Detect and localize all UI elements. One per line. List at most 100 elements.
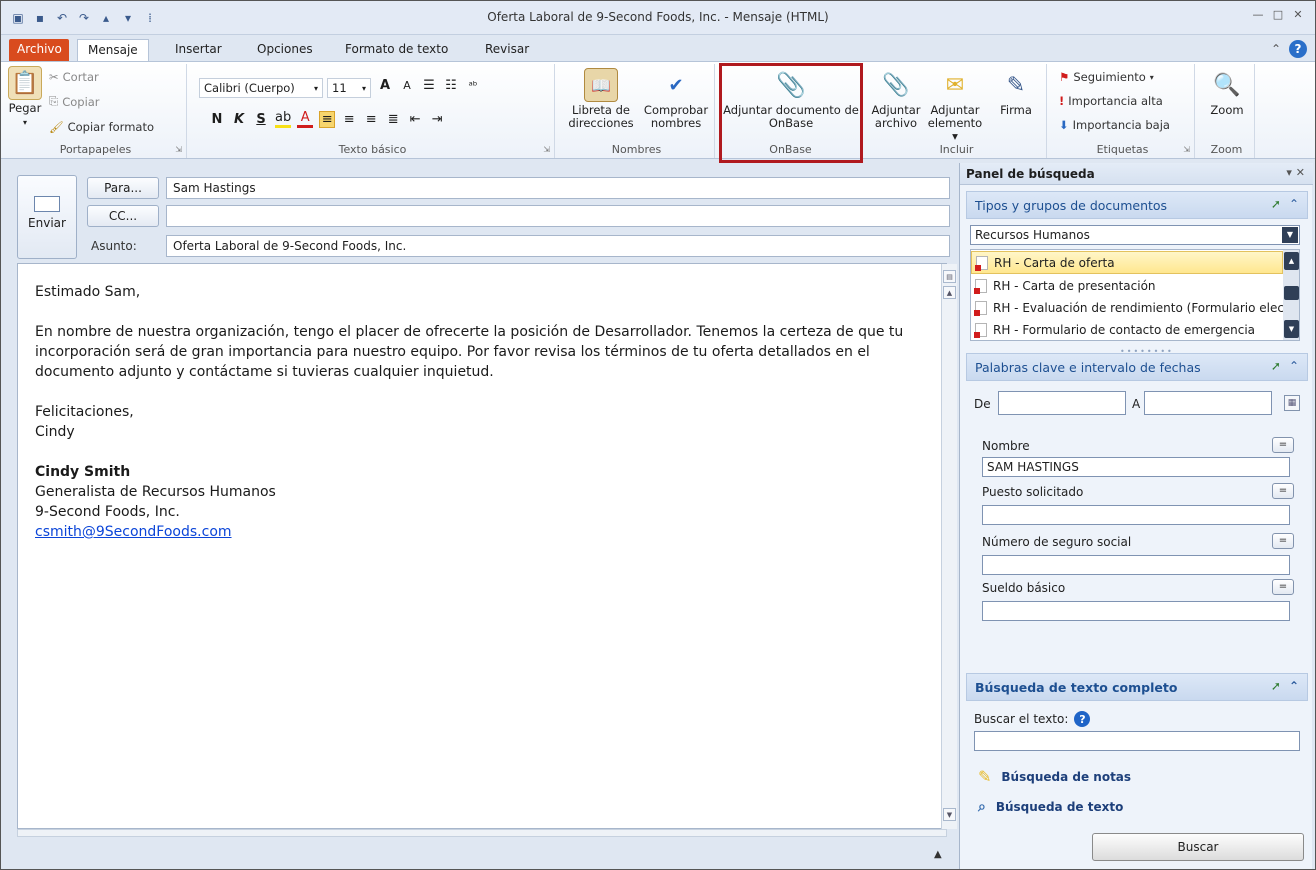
decrease-indent-icon[interactable]: ⇤	[407, 112, 423, 127]
font-name-select[interactable]: Calibri (Cuerpo) ▾	[199, 78, 323, 98]
collapse-ribbon-icon[interactable]: ⌃	[1271, 42, 1281, 56]
pin-icon[interactable]: ➚	[1271, 679, 1281, 693]
tab-archivo[interactable]: Archivo	[9, 39, 69, 61]
scroll-thumb[interactable]	[1284, 286, 1299, 300]
send-button[interactable]: Enviar	[17, 175, 77, 259]
font-color-icon[interactable]: A	[297, 110, 314, 128]
zoom-button[interactable]: 🔍 Zoom	[1203, 68, 1251, 117]
attach-file-button[interactable]: 📎 Adjuntar archivo	[869, 68, 923, 130]
cc-field[interactable]	[166, 205, 950, 227]
tab-revisar[interactable]: Revisar	[475, 39, 539, 61]
list-item[interactable]: RH - Carta de presentación	[971, 274, 1283, 297]
body-vertical-scrollbar[interactable]: ▤ ▲ ▼	[941, 264, 957, 829]
copy-button[interactable]: ⎘ Copiar	[49, 94, 100, 109]
address-book-button[interactable]: 📖 Libreta de direcciones	[565, 68, 637, 130]
tab-mensaje[interactable]: Mensaje	[77, 39, 149, 61]
ssn-input[interactable]	[982, 555, 1290, 575]
help-icon[interactable]: ?	[1289, 40, 1307, 58]
subject-field[interactable]: Oferta Laboral de 9-Second Foods, Inc.	[166, 235, 950, 257]
numbering-icon[interactable]: ☷	[443, 78, 459, 93]
tab-opciones[interactable]: Opciones	[247, 39, 323, 61]
italic-button[interactable]: K	[231, 112, 247, 127]
scroll-up-icon[interactable]: ▲	[1284, 252, 1299, 270]
list-item[interactable]: RH - Formulario de contacto de emergenci…	[971, 318, 1283, 340]
font-size-select[interactable]: 11 ▾	[327, 78, 371, 98]
close-icon[interactable]: ✕	[1291, 8, 1305, 21]
signature-email-link[interactable]: csmith@9SecondFoods.com	[35, 522, 935, 542]
search-button[interactable]: Buscar	[1092, 833, 1304, 861]
scroll-down-icon[interactable]: ▼	[1284, 320, 1299, 338]
scroll-up-icon[interactable]: ▲	[943, 286, 956, 299]
message-body[interactable]: Estimado Sam, En nombre de nuestra organ…	[17, 263, 957, 829]
panel-close-icon[interactable]: ✕	[1296, 166, 1305, 179]
tab-insertar[interactable]: Insertar	[165, 39, 232, 61]
from-date-input[interactable]	[998, 391, 1126, 415]
check-names-button[interactable]: ✔ Comprobar nombres	[641, 68, 711, 130]
cut-button[interactable]: ✂ Cortar	[49, 70, 99, 84]
collapse-chevron-icon[interactable]: ⌃	[1289, 679, 1299, 693]
grow-font-icon[interactable]: A	[377, 78, 393, 93]
followup-button[interactable]: ⚑ Seguimiento ▾	[1059, 70, 1154, 84]
notes-search-link[interactable]: ✎ Búsqueda de notas	[978, 767, 1131, 786]
shrink-font-icon[interactable]: A	[399, 79, 415, 92]
panel-menu-icon[interactable]: ▾	[1286, 166, 1292, 179]
bold-button[interactable]: N	[209, 112, 225, 127]
justify-icon[interactable]: ≣	[385, 112, 401, 127]
signature-button[interactable]: ✎ Firma	[991, 68, 1041, 117]
operator-button-nombre[interactable]: =	[1272, 437, 1294, 453]
operator-button-puesto[interactable]: =	[1272, 483, 1294, 499]
doc-group-select[interactable]: Recursos Humanos ▼	[970, 225, 1300, 245]
operator-button-ssn[interactable]: =	[1272, 533, 1294, 549]
puesto-input[interactable]	[982, 505, 1290, 525]
paste-button[interactable]: 📋 Pegar ▾	[7, 66, 43, 129]
document-type-list[interactable]: RH - Carta de oferta RH - Carta de prese…	[970, 249, 1300, 341]
pin-icon[interactable]: ➚	[1271, 197, 1281, 211]
chevron-down-icon: ▼	[1282, 227, 1298, 243]
to-date-input[interactable]	[1144, 391, 1272, 415]
minimize-icon[interactable]: —	[1251, 8, 1265, 21]
dialog-launcher-icon[interactable]: ⇲	[1183, 145, 1190, 154]
fulltext-section-header[interactable]: Búsqueda de texto completo ➚ ⌃	[966, 673, 1308, 701]
search-text-input[interactable]	[974, 731, 1300, 751]
increase-indent-icon[interactable]: ⇥	[429, 112, 445, 127]
cc-button[interactable]: CC...	[87, 205, 159, 227]
group-texto-basico: Calibri (Cuerpo) ▾ 11 ▾ A A ☰ ☷ ᵃᵇ N K S a…	[191, 64, 555, 158]
to-field[interactable]: Sam Hastings	[166, 177, 950, 199]
dialog-launcher-icon[interactable]: ⇲	[543, 145, 550, 154]
list-item[interactable]: RH - Evaluación de rendimiento (Formular…	[971, 296, 1283, 319]
low-importance-button[interactable]: ⬇ Importancia baja	[1059, 118, 1170, 132]
help-icon[interactable]: ?	[1074, 711, 1091, 727]
notes-icon: ✎	[978, 767, 992, 786]
list-item[interactable]: RH - Carta de oferta	[971, 251, 1283, 274]
collapse-chevron-icon[interactable]: ⌃	[1289, 359, 1299, 373]
maximize-icon[interactable]: □	[1271, 8, 1285, 21]
attach-item-button[interactable]: ✉ Adjuntar elemento ▾	[925, 68, 985, 143]
bullets-icon[interactable]: ☰	[421, 78, 437, 93]
align-center-icon[interactable]: ≡	[341, 112, 357, 127]
nombre-input[interactable]: SAM HASTINGS	[982, 457, 1290, 477]
sueldo-input[interactable]	[982, 601, 1290, 621]
doc-types-section-header[interactable]: Tipos y grupos de documentos ➚ ⌃	[966, 191, 1308, 219]
tab-formato-de-texto[interactable]: Formato de texto	[335, 39, 458, 61]
collapse-chevron-icon[interactable]: ⌃	[1289, 197, 1299, 211]
text-search-link[interactable]: ⌕ Búsqueda de texto	[978, 799, 1123, 815]
dialog-launcher-icon[interactable]: ⇲	[175, 145, 182, 154]
keywords-section-header[interactable]: Palabras clave e intervalo de fechas ➚ ⌃	[966, 353, 1308, 381]
to-button[interactable]: Para...	[87, 177, 159, 199]
align-right-icon[interactable]: ≡	[363, 112, 379, 127]
pin-icon[interactable]: ➚	[1271, 359, 1281, 373]
calendar-icon[interactable]: ▦	[1284, 395, 1300, 411]
highlight-color-icon[interactable]: ab	[275, 110, 292, 128]
ruler-toggle-icon[interactable]: ▤	[943, 270, 956, 283]
body-horizontal-scrollbar[interactable]	[17, 829, 947, 837]
scroll-down-icon[interactable]: ▼	[943, 808, 956, 821]
format-painter-button[interactable]: 🖌 Copiar formato	[49, 120, 154, 134]
list-scrollbar[interactable]: ▲ ▼	[1283, 250, 1299, 340]
paperclip-icon: 📎	[882, 72, 910, 98]
expand-people-pane-icon[interactable]: ▲	[934, 849, 942, 860]
spelling-icon[interactable]: ᵃᵇ	[465, 79, 481, 92]
high-importance-button[interactable]: ! Importancia alta	[1059, 94, 1163, 108]
operator-button-sueldo[interactable]: =	[1272, 579, 1294, 595]
underline-button[interactable]: S	[253, 112, 269, 127]
align-left-icon[interactable]: ≡	[319, 110, 336, 128]
